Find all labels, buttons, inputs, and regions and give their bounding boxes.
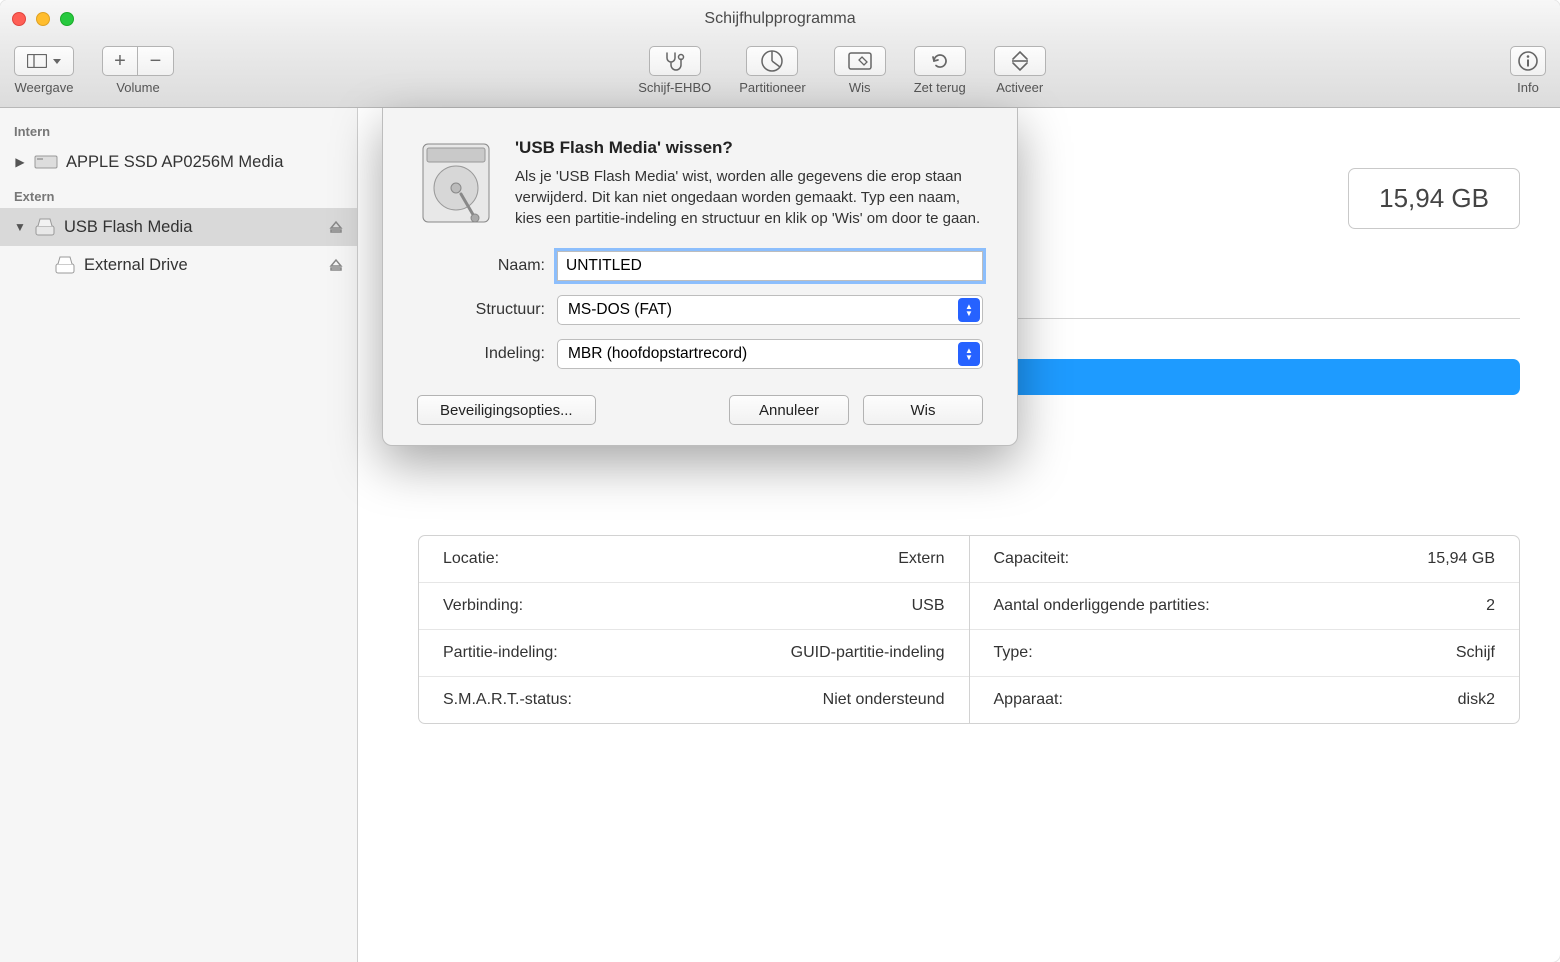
cancel-button[interactable]: Annuleer: [729, 395, 849, 425]
internal-disk-icon: [34, 153, 58, 171]
sheet-title: 'USB Flash Media' wissen?: [515, 138, 983, 158]
info-row-location: Locatie:Extern: [419, 536, 969, 583]
scheme-select[interactable]: MBR (hoofdopstartrecord) ▲▼: [557, 339, 983, 369]
add-volume-button[interactable]: +: [102, 46, 138, 76]
info-row-child-count: Aantal onderliggende partities:2: [970, 583, 1520, 630]
close-window-button[interactable]: [12, 12, 26, 26]
sheet-description: Als je 'USB Flash Media' wist, worden al…: [515, 166, 983, 229]
name-label: Naam:: [417, 257, 557, 275]
zoom-window-button[interactable]: [60, 12, 74, 26]
erase-label: Wis: [849, 80, 871, 95]
restore-label: Zet terug: [914, 80, 966, 95]
info-icon: [1518, 51, 1538, 71]
sidebar-item-external-disk[interactable]: ▼ USB Flash Media: [0, 208, 357, 246]
info-row-device: Apparaat:disk2: [970, 677, 1520, 723]
format-select[interactable]: MS-DOS (FAT) ▲▼: [557, 295, 983, 325]
external-disk-label: USB Flash Media: [64, 218, 192, 237]
capacity-badge: 15,94 GB: [1348, 168, 1520, 229]
scheme-label: Indeling:: [417, 345, 557, 363]
erase-icon: [848, 52, 872, 70]
remove-volume-button[interactable]: −: [138, 46, 174, 76]
name-input[interactable]: [557, 251, 983, 281]
info-col-right: Capaciteit:15,94 GB Aantal onderliggende…: [970, 536, 1520, 723]
erase-confirm-button[interactable]: Wis: [863, 395, 983, 425]
disclosure-right-icon[interactable]: ▶: [14, 155, 26, 169]
stethoscope-icon: [663, 51, 687, 71]
toolbar: Weergave + − Volume Schijf-EHBO Partitio…: [0, 38, 1560, 108]
erase-sheet: 'USB Flash Media' wissen? Als je 'USB Fl…: [382, 108, 1018, 446]
first-aid-label: Schijf-EHBO: [638, 80, 711, 95]
volume-label: Volume: [116, 80, 159, 95]
external-volume-label: External Drive: [84, 256, 188, 275]
view-button[interactable]: [14, 46, 74, 76]
disclosure-down-icon[interactable]: ▼: [14, 220, 26, 234]
info-row-type: Type:Schijf: [970, 630, 1520, 677]
partition-label: Partitioneer: [739, 80, 805, 95]
format-label: Structuur:: [417, 301, 557, 319]
security-options-button[interactable]: Beveiligingsopties...: [417, 395, 596, 425]
window-title: Schijfhulpprogramma: [0, 10, 1560, 28]
restore-icon: [929, 50, 951, 72]
eject-icon[interactable]: [329, 258, 343, 272]
info-row-connection: Verbinding:USB: [419, 583, 969, 630]
titlebar: Schijfhulpprogramma: [0, 0, 1560, 38]
plus-icon: +: [114, 50, 126, 73]
info-button[interactable]: [1510, 46, 1546, 76]
eject-icon[interactable]: [329, 220, 343, 234]
sidebar: Intern ▶ APPLE SSD AP0256M Media Extern …: [0, 108, 358, 962]
sidebar-icon: [27, 54, 47, 68]
restore-button[interactable]: [914, 46, 966, 76]
minimize-window-button[interactable]: [36, 12, 50, 26]
partition-button[interactable]: [746, 46, 798, 76]
info-row-capacity: Capaciteit:15,94 GB: [970, 536, 1520, 583]
mount-button[interactable]: [994, 46, 1046, 76]
info-row-smart: S.M.A.R.T.-status:Niet ondersteund: [419, 677, 969, 723]
select-stepper-icon: ▲▼: [958, 342, 980, 366]
internal-disk-label: APPLE SSD AP0256M Media: [66, 153, 283, 172]
scheme-value: MBR (hoofdopstartrecord): [568, 345, 747, 363]
minus-icon: −: [150, 50, 162, 73]
mount-icon: [1010, 50, 1030, 72]
info-row-partition-map: Partitie-indeling:GUID-partitie-indeling: [419, 630, 969, 677]
sidebar-item-external-volume[interactable]: External Drive: [0, 246, 357, 284]
partition-icon: [761, 50, 783, 72]
disk-utility-window: Schijfhulpprogramma Weergave + − Volume …: [0, 0, 1560, 962]
external-volume-icon: [54, 254, 76, 276]
chevron-down-icon: [53, 59, 61, 64]
hard-disk-icon: [417, 138, 495, 229]
erase-button[interactable]: [834, 46, 886, 76]
window-controls: [12, 12, 74, 26]
select-stepper-icon: ▲▼: [958, 298, 980, 322]
view-label: Weergave: [14, 80, 73, 95]
format-value: MS-DOS (FAT): [568, 301, 672, 319]
sidebar-section-external: Extern: [0, 181, 357, 208]
mount-label: Activeer: [996, 80, 1043, 95]
info-table: Locatie:Extern Verbinding:USB Partitie-i…: [418, 535, 1520, 724]
sidebar-section-internal: Intern: [0, 116, 357, 143]
first-aid-button[interactable]: [649, 46, 701, 76]
info-col-left: Locatie:Extern Verbinding:USB Partitie-i…: [419, 536, 970, 723]
sidebar-item-internal-disk[interactable]: ▶ APPLE SSD AP0256M Media: [0, 143, 357, 181]
info-label: Info: [1517, 80, 1539, 95]
external-disk-icon: [34, 216, 56, 238]
